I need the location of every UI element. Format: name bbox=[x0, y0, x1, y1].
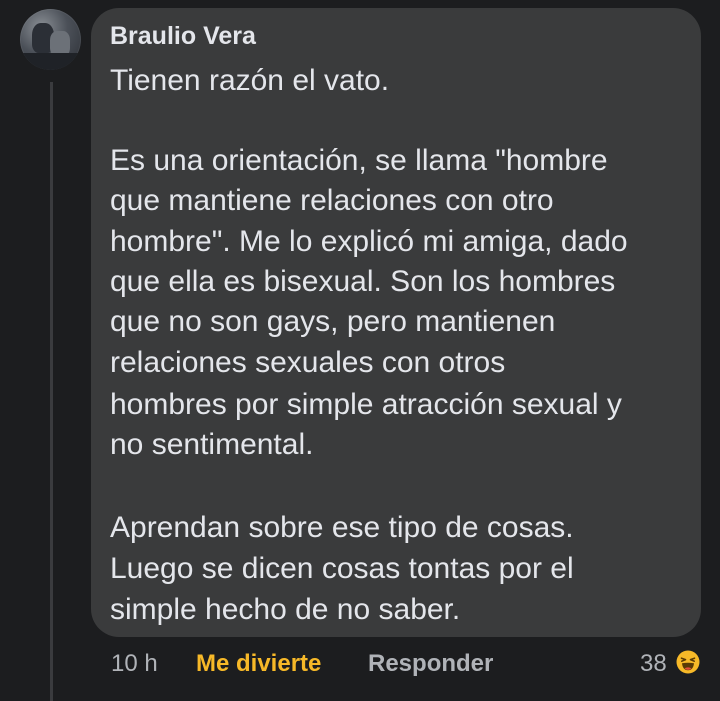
comment-line: simple hecho de no saber. bbox=[110, 593, 461, 626]
comment-line: Luego se dicen cosas tontas por el bbox=[110, 552, 574, 585]
comment-line: relaciones sexuales con otros bbox=[110, 346, 506, 379]
comment-line: hombre". Me lo explicó mi amiga, dado bbox=[110, 225, 628, 258]
thread-line bbox=[50, 82, 53, 701]
haha-emoji-icon[interactable] bbox=[676, 650, 700, 674]
comment-line: Aprendan sobre ese tipo de cosas. bbox=[110, 511, 574, 544]
comment-line: que no son gays, pero mantienen bbox=[110, 305, 556, 338]
comment-line: Tienen razón el vato. bbox=[110, 64, 390, 97]
reply-button[interactable]: Responder bbox=[368, 648, 493, 680]
comment-timestamp[interactable]: 10 h bbox=[111, 648, 158, 680]
comment-line: Es una orientación, se llama "hombre bbox=[110, 144, 608, 177]
comment-author[interactable]: Braulio Vera bbox=[110, 20, 256, 52]
comment-line: no sentimental. bbox=[110, 428, 314, 461]
comment-line: hombres por simple atracción sexual y bbox=[110, 388, 622, 421]
reaction-button[interactable]: Me divierte bbox=[196, 648, 321, 680]
avatar-base bbox=[20, 53, 81, 70]
comment-line: que ella es bisexual. Son los hombres bbox=[110, 265, 616, 298]
reaction-count[interactable]: 38 bbox=[640, 648, 667, 680]
comment-line: que mantiene relaciones con otro bbox=[110, 184, 554, 217]
avatar[interactable] bbox=[20, 9, 81, 70]
